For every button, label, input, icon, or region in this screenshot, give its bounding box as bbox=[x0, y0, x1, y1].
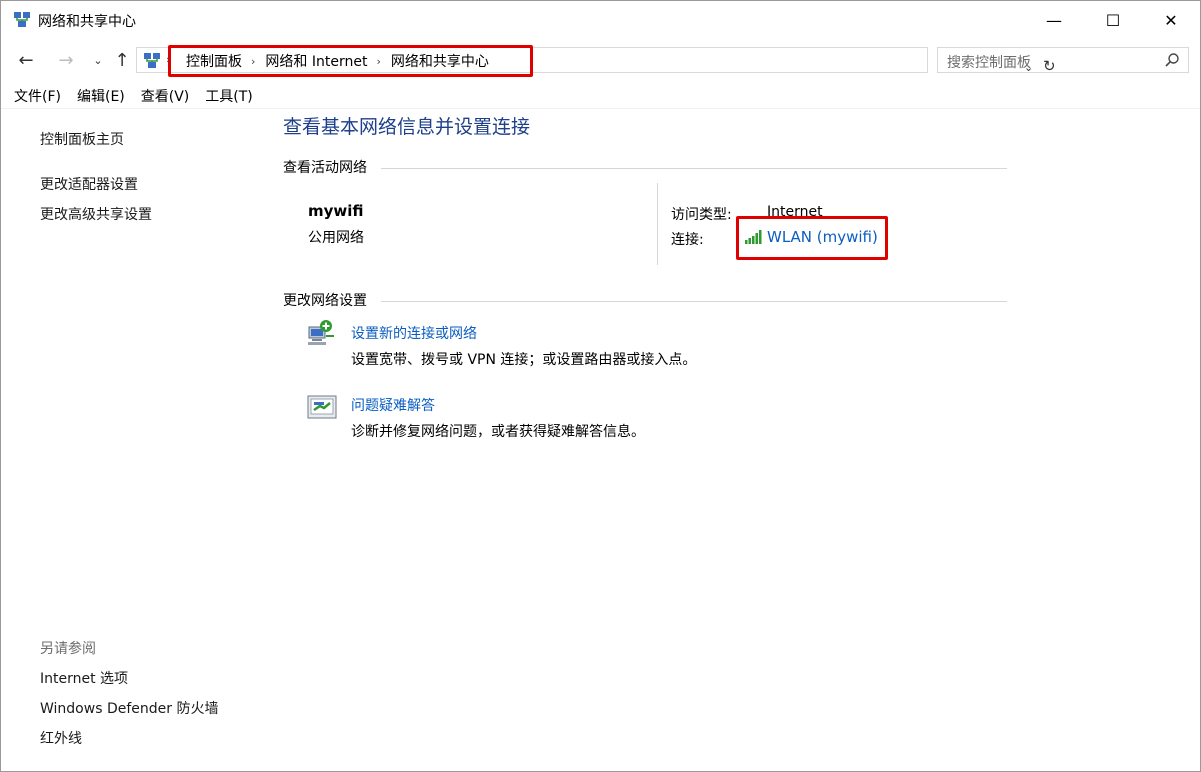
breadcrumb-chevron-icon[interactable]: › bbox=[376, 55, 380, 68]
close-button[interactable]: ✕ bbox=[1148, 1, 1194, 39]
change-settings-divider bbox=[381, 301, 1007, 302]
sidebar-item-change-advanced-sharing[interactable]: 更改高级共享设置 bbox=[40, 204, 152, 224]
setup-new-connection-link[interactable]: 设置新的连接或网络 bbox=[351, 323, 477, 343]
up-arrow-icon: ↑ bbox=[114, 49, 130, 71]
forward-arrow-icon: → bbox=[58, 49, 74, 71]
window-title: 网络和共享中心 bbox=[38, 14, 136, 30]
back-arrow-icon: ← bbox=[18, 49, 34, 71]
troubleshoot-description: 诊断并修复网络问题，或者获得疑难解答信息。 bbox=[351, 424, 645, 440]
menu-divider bbox=[1, 108, 1200, 109]
breadcrumb-item-control-panel[interactable]: 控制面板 bbox=[186, 51, 242, 71]
up-button[interactable]: ↑ bbox=[111, 49, 133, 71]
control-panel-network-icon bbox=[144, 53, 160, 68]
navigation-bar: ← → ⌄ ↑ ⌄ ↻ › 控制面板 › 网络和 Internet › 网络和共… bbox=[1, 41, 1200, 79]
see-also-internet-options[interactable]: Internet 选项 bbox=[40, 668, 128, 688]
access-type-label: 访问类型: bbox=[671, 207, 732, 223]
page-title: 查看基本网络信息并设置连接 bbox=[283, 116, 531, 138]
troubleshoot-icon bbox=[307, 395, 337, 419]
breadcrumb-root-chevron-icon[interactable]: › bbox=[166, 53, 170, 66]
back-button[interactable]: ← bbox=[15, 49, 37, 71]
troubleshoot-link[interactable]: 问题疑难解答 bbox=[351, 395, 435, 415]
recent-locations-button[interactable]: ⌄ bbox=[87, 49, 109, 71]
menu-bar: 文件(F) 编辑(E) 查看(V) 工具(T) bbox=[1, 85, 1200, 109]
change-settings-heading: 更改网络设置 bbox=[283, 293, 367, 309]
active-networks-heading: 查看活动网络 bbox=[283, 160, 367, 176]
menu-file[interactable]: 文件(F) bbox=[14, 85, 61, 109]
breadcrumb-item-network-sharing-center[interactable]: 网络和共享中心 bbox=[391, 51, 489, 71]
network-name: mywifi bbox=[308, 202, 364, 220]
see-also-heading: 另请参阅 bbox=[40, 641, 96, 657]
breadcrumb-chevron-icon[interactable]: › bbox=[251, 55, 255, 68]
breadcrumb-item-network-internet[interactable]: 网络和 Internet bbox=[265, 51, 367, 71]
see-also-infrared[interactable]: 红外线 bbox=[40, 728, 82, 748]
search-box[interactable]: 搜索控制面板 bbox=[937, 47, 1189, 73]
network-info-divider bbox=[657, 183, 658, 265]
wlan-highlight bbox=[736, 216, 888, 260]
setup-new-connection-description: 设置宽带、拨号或 VPN 连接；或设置路由器或接入点。 bbox=[351, 352, 697, 368]
close-icon: ✕ bbox=[1164, 10, 1178, 30]
sidebar-item-control-panel-home[interactable]: 控制面板主页 bbox=[40, 129, 124, 149]
forward-button[interactable]: → bbox=[55, 49, 77, 71]
network-center-icon bbox=[14, 12, 30, 27]
sidebar-item-change-adapter-settings[interactable]: 更改适配器设置 bbox=[40, 174, 138, 194]
see-also-windows-defender-firewall[interactable]: Windows Defender 防火墙 bbox=[40, 698, 218, 718]
minimize-icon: — bbox=[1046, 10, 1062, 30]
menu-view[interactable]: 查看(V) bbox=[141, 85, 190, 109]
search-icon[interactable] bbox=[1164, 52, 1180, 68]
connection-label: 连接: bbox=[671, 232, 704, 248]
maximize-button[interactable]: ☐ bbox=[1090, 1, 1136, 39]
minimize-button[interactable]: — bbox=[1031, 1, 1077, 39]
search-input[interactable]: 搜索控制面板 bbox=[947, 52, 1031, 72]
title-bar: 网络和共享中心 — ☐ ✕ bbox=[1, 1, 1200, 39]
network-category: 公用网络 bbox=[308, 230, 364, 246]
menu-edit[interactable]: 编辑(E) bbox=[77, 85, 125, 109]
maximize-icon: ☐ bbox=[1105, 10, 1121, 30]
network-sharing-center-window: 网络和共享中心 — ☐ ✕ ← → ⌄ ↑ ⌄ ↻ › 控制面板 › 网络和 I… bbox=[0, 0, 1201, 772]
new-connection-icon bbox=[308, 320, 334, 345]
active-networks-divider bbox=[381, 168, 1007, 169]
chevron-down-icon: ⌄ bbox=[93, 53, 103, 67]
breadcrumb: 控制面板 › 网络和 Internet › 网络和共享中心 bbox=[171, 51, 489, 71]
menu-tools[interactable]: 工具(T) bbox=[205, 85, 252, 109]
